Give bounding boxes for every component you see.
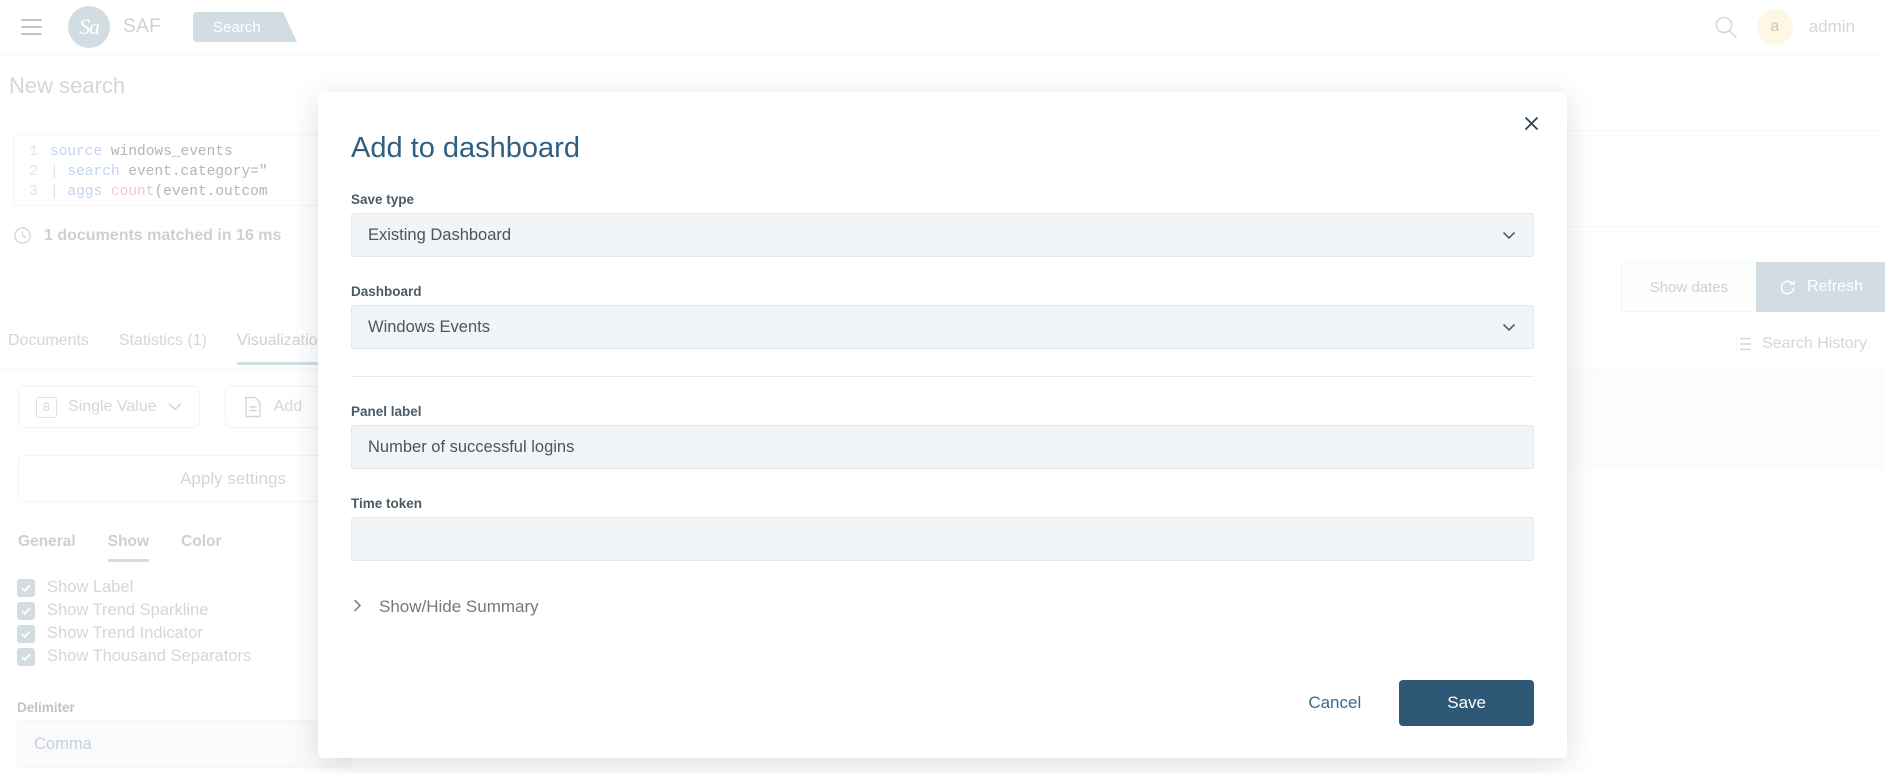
dashboard-select[interactable]: Windows Events [351,305,1534,349]
panel-label-label: Panel label [351,404,422,419]
close-icon[interactable] [1518,110,1544,136]
panel-label-input[interactable]: Number of successful logins [351,425,1534,469]
save-type-value: Existing Dashboard [368,225,512,244]
save-type-select[interactable]: Existing Dashboard [351,213,1534,257]
cancel-button[interactable]: Cancel [1284,681,1385,725]
dashboard-label: Dashboard [351,284,422,299]
time-token-input[interactable] [351,517,1534,561]
modal-divider [351,376,1534,377]
summary-toggle-label: Show/Hide Summary [379,597,539,616]
chevron-right-icon [351,597,364,617]
chevron-down-icon [1501,227,1517,243]
time-token-label: Time token [351,496,423,511]
save-type-label: Save type [351,192,415,207]
show-hide-summary-toggle[interactable]: Show/Hide Summary [351,597,1534,617]
add-to-dashboard-modal: Add to dashboard Save type Existing Dash… [318,92,1567,758]
modal-footer: Cancel Save [1284,680,1534,726]
save-button[interactable]: Save [1399,680,1534,726]
app-root: New search 1 source windows_events 2 | s… [0,0,1885,773]
dashboard-value: Windows Events [368,317,490,336]
chevron-down-icon [1501,319,1517,335]
modal-title: Add to dashboard [351,132,580,164]
